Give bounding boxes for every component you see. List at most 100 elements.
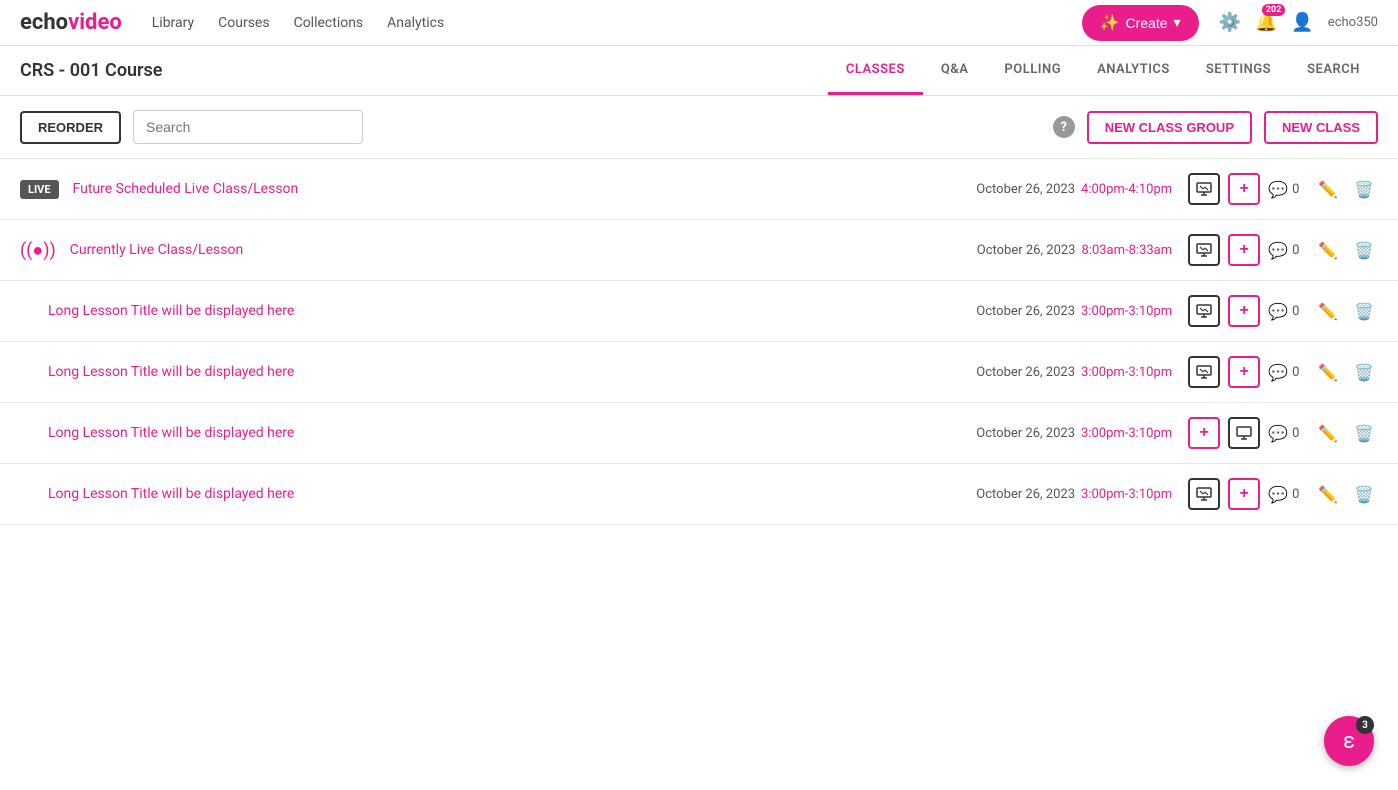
presentation-icon <box>1196 243 1212 257</box>
logo-video: video <box>68 10 122 35</box>
nav-library[interactable]: Library <box>152 15 194 31</box>
presentation-button[interactable] <box>1188 356 1220 388</box>
add-button[interactable]: + <box>1228 356 1260 388</box>
comment-count: 💬 0 <box>1268 485 1306 504</box>
tab-settings[interactable]: SETTINGS <box>1188 46 1289 95</box>
course-title: CRS - 001 Course <box>20 60 162 81</box>
edit-icon[interactable]: ✏️ <box>1314 176 1342 203</box>
course-tabs: CLASSES Q&A POLLING ANALYTICS SETTINGS S… <box>828 46 1378 95</box>
delete-icon[interactable]: 🗑️ <box>1350 298 1378 325</box>
class-title-link[interactable]: Long Lesson Title will be displayed here <box>48 364 294 380</box>
class-date: October 26, 2023 <box>976 365 1075 380</box>
screen-icon <box>1236 426 1252 440</box>
create-chevron-icon: ▾ <box>1174 14 1181 31</box>
table-row: Long Lesson Title will be displayed here… <box>0 403 1398 464</box>
nav-collections[interactable]: Collections <box>294 15 364 31</box>
class-actions: + 💬 0 ✏️ 🗑️ <box>1188 295 1378 327</box>
table-row: LIVE Future Scheduled Live Class/Lesson … <box>0 159 1398 220</box>
edit-icon[interactable]: ✏️ <box>1314 298 1342 325</box>
table-row: Long Lesson Title will be displayed here… <box>0 281 1398 342</box>
class-time: 3:00pm-3:10pm <box>1081 365 1172 380</box>
help-icon[interactable]: ? <box>1053 116 1075 138</box>
tab-search[interactable]: SEARCH <box>1289 46 1378 95</box>
delete-icon[interactable]: 🗑️ <box>1350 176 1378 203</box>
class-date: October 26, 2023 <box>977 243 1076 258</box>
floating-chat-badge: 3 <box>1356 716 1374 734</box>
comment-icon: 💬 <box>1268 485 1288 504</box>
class-title-link[interactable]: Long Lesson Title will be displayed here <box>48 486 294 502</box>
search-input[interactable] <box>133 110 363 144</box>
tab-polling[interactable]: POLLING <box>986 46 1079 95</box>
floating-chat-icon: ε <box>1343 729 1355 754</box>
notification-icon[interactable]: 🔔 202 <box>1255 12 1277 33</box>
logo: echovideo <box>20 10 122 35</box>
comment-icon: 💬 <box>1268 180 1288 199</box>
class-actions: + 💬 0 ✏️ 🗑️ <box>1188 173 1378 205</box>
tab-classes[interactable]: CLASSES <box>828 46 923 95</box>
comment-number: 0 <box>1292 487 1299 502</box>
user-icon[interactable]: 👤 <box>1291 12 1313 33</box>
add-button[interactable]: + <box>1228 295 1260 327</box>
table-row: ((●)) Currently Live Class/Lesson Octobe… <box>0 220 1398 281</box>
class-date: October 26, 2023 <box>976 182 1075 197</box>
add-button[interactable]: + <box>1228 234 1260 266</box>
delete-icon[interactable]: 🗑️ <box>1350 481 1378 508</box>
presentation-button[interactable] <box>1188 173 1220 205</box>
edit-icon[interactable]: ✏️ <box>1314 420 1342 447</box>
table-row: Long Lesson Title will be displayed here… <box>0 464 1398 525</box>
floating-chat-button[interactable]: ε 3 <box>1324 716 1374 766</box>
new-class-group-button[interactable]: NEW CLASS GROUP <box>1087 111 1252 144</box>
comment-number: 0 <box>1292 243 1299 258</box>
class-date: October 26, 2023 <box>976 304 1075 319</box>
presentation-button[interactable] <box>1188 478 1220 510</box>
nav-right: ⚙️ 🔔 202 👤 echo350 <box>1219 12 1378 33</box>
class-title-link[interactable]: Long Lesson Title will be displayed here <box>48 303 294 319</box>
class-title-link[interactable]: Long Lesson Title will be displayed here <box>48 425 294 441</box>
class-title-link[interactable]: Currently Live Class/Lesson <box>70 242 243 258</box>
comment-count: 💬 0 <box>1268 241 1306 260</box>
delete-icon[interactable]: 🗑️ <box>1350 359 1378 386</box>
comment-count: 💬 0 <box>1268 302 1306 321</box>
class-title-link[interactable]: Future Scheduled Live Class/Lesson <box>73 181 299 197</box>
comment-count: 💬 0 <box>1268 424 1306 443</box>
add-button[interactable]: + <box>1228 173 1260 205</box>
top-nav: echovideo Library Courses Collections An… <box>0 0 1398 46</box>
tab-qa[interactable]: Q&A <box>923 46 987 95</box>
delete-icon[interactable]: 🗑️ <box>1350 237 1378 264</box>
edit-icon[interactable]: ✏️ <box>1314 359 1342 386</box>
new-class-button[interactable]: NEW CLASS <box>1264 111 1378 144</box>
nav-analytics[interactable]: Analytics <box>387 15 444 31</box>
live-radio-icon: ((●)) <box>20 240 56 261</box>
create-button[interactable]: ✨ Create ▾ <box>1082 5 1199 41</box>
comment-icon: 💬 <box>1268 363 1288 382</box>
nav-links: Library Courses Collections Analytics <box>152 15 1082 31</box>
edit-icon[interactable]: ✏️ <box>1314 481 1342 508</box>
comment-number: 0 <box>1292 182 1299 197</box>
add-button[interactable]: + <box>1228 478 1260 510</box>
reorder-button[interactable]: REORDER <box>20 111 121 144</box>
comment-icon: 💬 <box>1268 424 1288 443</box>
presentation-button[interactable] <box>1188 234 1220 266</box>
nav-courses[interactable]: Courses <box>218 15 269 31</box>
tab-analytics[interactable]: ANALYTICS <box>1079 46 1188 95</box>
comment-icon: 💬 <box>1268 241 1288 260</box>
add-button[interactable]: + <box>1188 417 1220 449</box>
screen-button[interactable] <box>1228 417 1260 449</box>
comment-icon: 💬 <box>1268 302 1288 321</box>
class-time: 4:00pm-4:10pm <box>1081 182 1172 197</box>
presentation-icon <box>1196 487 1212 501</box>
class-time: 8:03am-8:33am <box>1081 243 1172 258</box>
toolbar: REORDER ? NEW CLASS GROUP NEW CLASS <box>0 96 1398 159</box>
notification-badge: 202 <box>1262 4 1286 16</box>
logo-echo: echo <box>20 10 68 35</box>
table-row: Long Lesson Title will be displayed here… <box>0 342 1398 403</box>
presentation-button[interactable] <box>1188 295 1220 327</box>
delete-icon[interactable]: 🗑️ <box>1350 420 1378 447</box>
settings-icon[interactable]: ⚙️ <box>1219 12 1241 33</box>
presentation-icon <box>1196 304 1212 318</box>
class-actions: + 💬 0 ✏️ 🗑️ <box>1188 234 1378 266</box>
class-time: 3:00pm-3:10pm <box>1081 426 1172 441</box>
class-list: LIVE Future Scheduled Live Class/Lesson … <box>0 159 1398 525</box>
edit-icon[interactable]: ✏️ <box>1314 237 1342 264</box>
presentation-icon <box>1196 182 1212 196</box>
